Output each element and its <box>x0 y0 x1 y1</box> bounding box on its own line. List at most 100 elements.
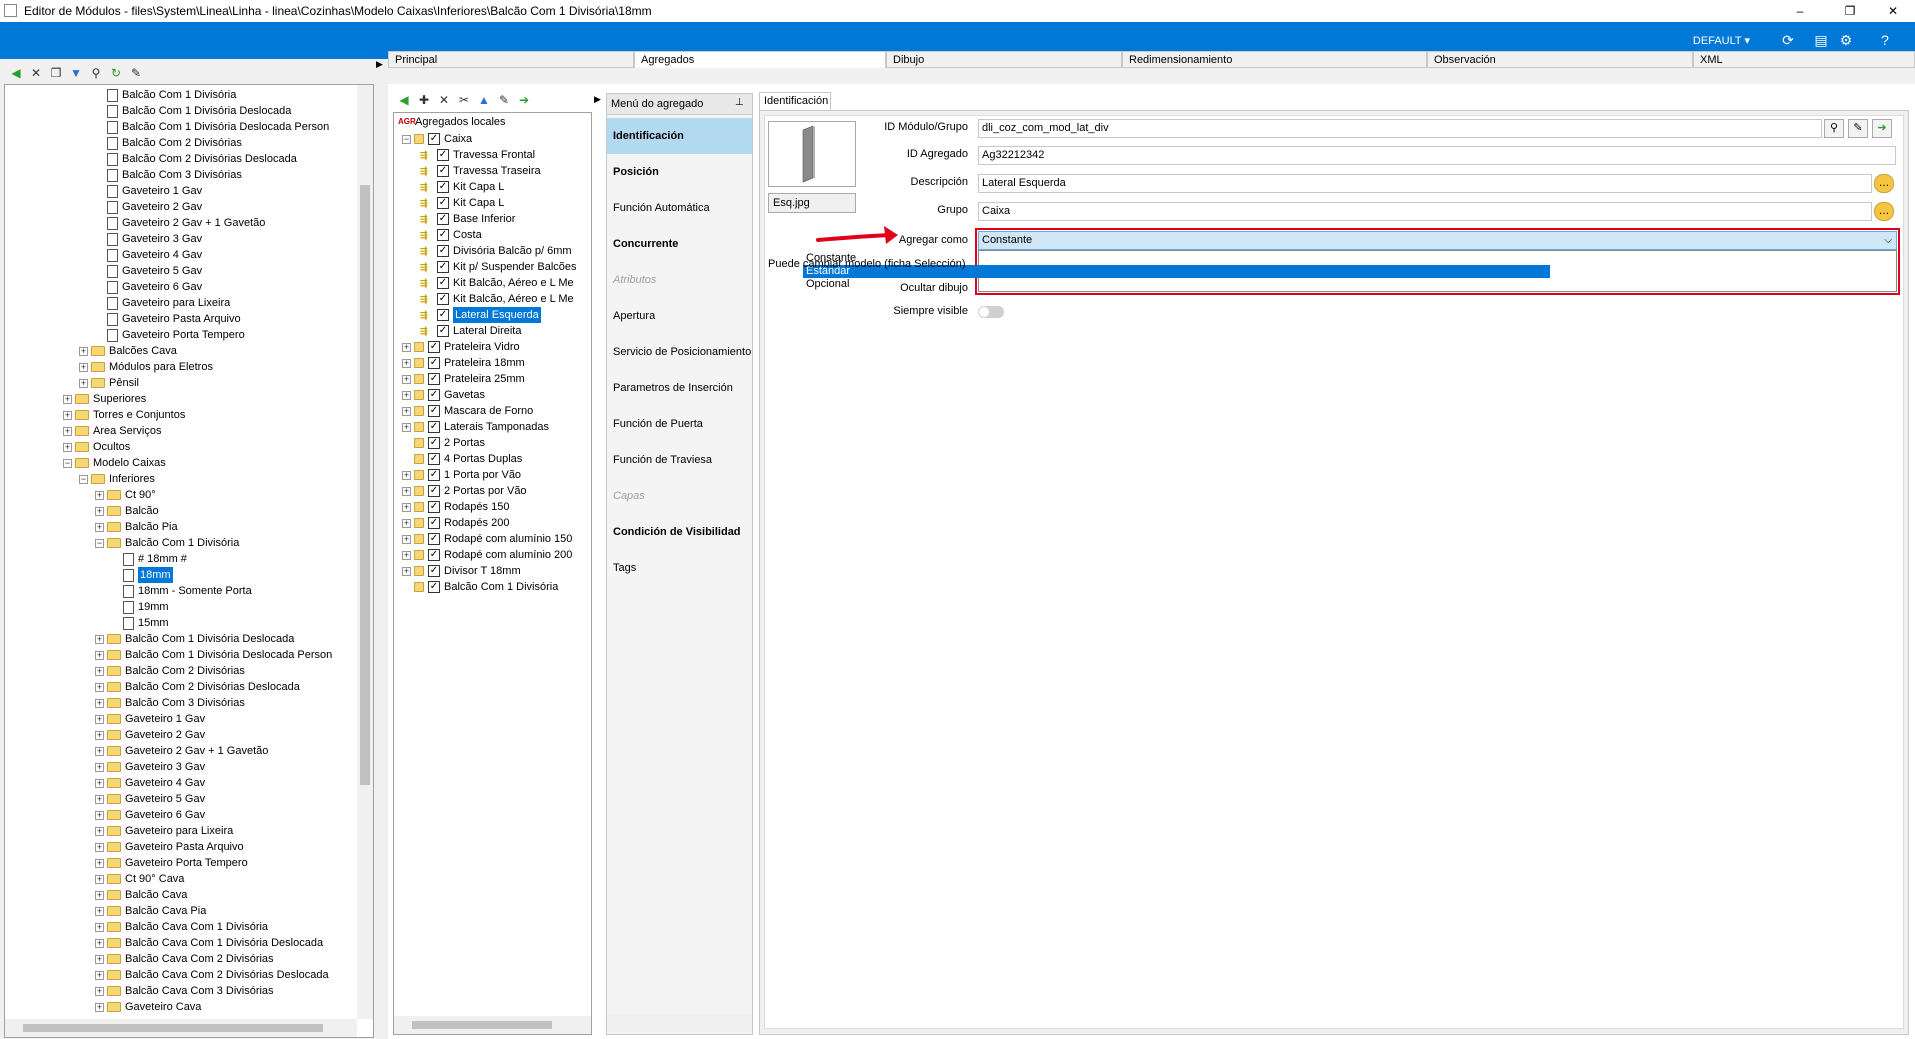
back-arrow-icon[interactable]: ◀ <box>8 65 24 81</box>
tree-item[interactable]: − Inferiores <box>79 471 155 487</box>
cut-icon[interactable]: ✂ <box>456 92 472 108</box>
tree-item[interactable]: + Balcão Cava Com 1 Divisória <box>95 919 268 935</box>
tree-item[interactable]: Gaveteiro Pasta Arquivo <box>95 311 241 327</box>
tool-icon[interactable]: ✎ <box>1848 119 1868 138</box>
checkbox[interactable]: ✓ <box>428 389 440 401</box>
tree-item[interactable]: + Balcão Com 2 Divisórias Deslocada <box>95 679 300 695</box>
aggregate-item[interactable]: ✓ 2 Portas <box>402 435 485 451</box>
tree-item[interactable]: + Gaveteiro 1 Gav <box>95 711 205 727</box>
back-arrow-icon[interactable]: ◀ <box>396 92 412 108</box>
tree-item[interactable]: + Balcão Pia <box>95 519 178 535</box>
tree-horizontal-scrollbar[interactable] <box>5 1019 357 1037</box>
expand-toggle[interactable]: + <box>402 470 411 480</box>
maximize-button[interactable]: ❐ <box>1829 0 1871 22</box>
checkbox[interactable]: ✓ <box>428 437 440 449</box>
expand-toggle[interactable]: + <box>63 394 72 404</box>
tree-item[interactable]: Balcão Com 3 Divisórias <box>95 167 242 183</box>
tree-item[interactable]: + Balcão Cava Com 3 Divisórias <box>95 983 274 999</box>
aggregate-item[interactable]: ✓ 4 Portas Duplas <box>402 451 522 467</box>
tree-item[interactable]: + Gaveteiro Porta Tempero <box>95 855 248 871</box>
expand-toggle[interactable]: + <box>402 486 411 496</box>
binoculars-icon[interactable]: ⚲ <box>88 65 104 81</box>
expand-toggle[interactable]: + <box>402 534 411 544</box>
expand-toggle[interactable]: + <box>95 842 104 852</box>
tree-item[interactable]: Balcão Com 2 Divisórias Deslocada <box>95 151 297 167</box>
expand-toggle[interactable]: + <box>95 634 104 644</box>
expand-toggle[interactable]: + <box>95 794 104 804</box>
checkbox[interactable]: ✓ <box>428 421 440 433</box>
layout-icon[interactable]: ▤ <box>1810 30 1832 50</box>
tree-item[interactable]: + Gaveteiro 3 Gav <box>95 759 205 775</box>
menu-item[interactable]: Concurrente <box>607 226 752 262</box>
tree-item[interactable]: + Balcão <box>95 503 159 519</box>
scrollbar-thumb[interactable] <box>412 1021 552 1029</box>
menu-item[interactable]: Función Automática <box>607 190 752 226</box>
tree-item[interactable]: + Gaveteiro Pasta Arquivo <box>95 839 244 855</box>
checkbox[interactable]: ✓ <box>428 501 440 513</box>
expand-toggle[interactable]: + <box>95 778 104 788</box>
tree-item[interactable]: − Balcão Com 1 Divisória <box>95 535 239 551</box>
aggregate-item[interactable]: + ✓ Rodapés 200 <box>402 515 509 531</box>
menu-item[interactable]: Apertura <box>607 298 752 334</box>
expand-toggle[interactable]: + <box>95 682 104 692</box>
tab-4[interactable]: Observación <box>1427 51 1693 68</box>
tree-item[interactable]: Gaveteiro 4 Gav <box>95 247 202 263</box>
expand-toggle[interactable]: + <box>79 346 88 356</box>
checkbox[interactable]: ✓ <box>428 133 440 145</box>
tree-item[interactable]: + Gaveteiro 6 Gav <box>95 807 205 823</box>
aggregate-item[interactable]: + ✓ Divisor T 18mm <box>402 563 521 579</box>
checkbox[interactable]: ✓ <box>428 565 440 577</box>
expand-toggle[interactable]: + <box>95 650 104 660</box>
aggregate-item[interactable]: ⇶ ✓ Travessa Traseira <box>420 163 541 179</box>
checkbox[interactable]: ✓ <box>428 341 440 353</box>
delete-icon[interactable]: ✕ <box>28 65 44 81</box>
add-as-select[interactable]: Constante ⌵ <box>978 231 1897 250</box>
menu-item[interactable]: Condición de Visibilidad <box>607 514 752 550</box>
aggregate-item[interactable]: + ✓ Laterais Tamponadas <box>402 419 549 435</box>
tree-item[interactable]: + Pênsil <box>79 375 139 391</box>
tree-item[interactable]: − Modelo Caixas <box>63 455 166 471</box>
refresh-db-icon[interactable]: ↻ <box>108 65 124 81</box>
expand-toggle[interactable]: + <box>402 422 411 432</box>
tree-item[interactable]: # 18mm # <box>111 551 187 567</box>
binoculars-icon[interactable]: ⚲ <box>1824 119 1844 138</box>
checkbox[interactable]: ✓ <box>437 165 449 177</box>
expand-toggle[interactable]: + <box>95 906 104 916</box>
expand-toggle[interactable]: + <box>79 362 88 372</box>
checkbox[interactable]: ✓ <box>428 469 440 481</box>
expand-toggle[interactable]: + <box>95 970 104 980</box>
checkbox[interactable]: ✓ <box>428 549 440 561</box>
menu-item[interactable]: Tags <box>607 550 752 586</box>
checkbox[interactable]: ✓ <box>437 149 449 161</box>
export-icon[interactable]: ➔ <box>516 92 532 108</box>
tab-1[interactable]: Agregados <box>634 51 886 68</box>
aggregate-item[interactable]: − ✓ Caixa <box>402 131 472 147</box>
tree-vertical-scrollbar[interactable] <box>357 85 373 1019</box>
tree-item[interactable]: + Gaveteiro Cava <box>95 999 201 1015</box>
expand-toggle[interactable]: + <box>95 890 104 900</box>
always-visible-toggle[interactable] <box>978 306 1004 318</box>
expand-toggle[interactable]: + <box>95 826 104 836</box>
aggregate-item[interactable]: ⇶ ✓ Lateral Esquerda <box>420 307 541 323</box>
note-icon[interactable]: … <box>1874 174 1894 193</box>
tab-identificacion[interactable]: Identificación <box>759 92 831 111</box>
expand-toggle[interactable]: + <box>402 406 411 416</box>
tree-item[interactable]: Balcão Com 1 Divisória Deslocada Person <box>95 119 329 135</box>
checkbox[interactable]: ✓ <box>428 581 440 593</box>
aggregate-item[interactable]: + ✓ 2 Portas por Vão <box>402 483 527 499</box>
tree-item[interactable]: Gaveteiro 2 Gav <box>95 199 202 215</box>
expand-toggle[interactable]: + <box>95 666 104 676</box>
expand-toggle[interactable]: + <box>95 1002 104 1012</box>
tool-icon[interactable]: ✎ <box>128 65 144 81</box>
aggregate-item[interactable]: + ✓ Gavetas <box>402 387 485 403</box>
aggregate-item[interactable]: ⇶ ✓ Kit Balcão, Aéreo e L Me <box>420 291 574 307</box>
tree-item[interactable]: 19mm <box>111 599 169 615</box>
aggregate-item[interactable]: ⇶ ✓ Kit p/ Suspender Balcões <box>420 259 577 275</box>
expand-toggle[interactable]: + <box>95 522 104 532</box>
tree-item[interactable]: Gaveteiro 2 Gav + 1 Gavetão <box>95 215 265 231</box>
tree-item[interactable]: + Balcão Com 1 Divisória Deslocada Person <box>95 647 332 663</box>
expand-toggle[interactable]: + <box>95 698 104 708</box>
expand-toggle[interactable]: + <box>402 342 411 352</box>
module-id-input[interactable]: dli_coz_com_mod_lat_div <box>978 119 1822 138</box>
tree-item[interactable]: + Balcões Cava <box>79 343 177 359</box>
